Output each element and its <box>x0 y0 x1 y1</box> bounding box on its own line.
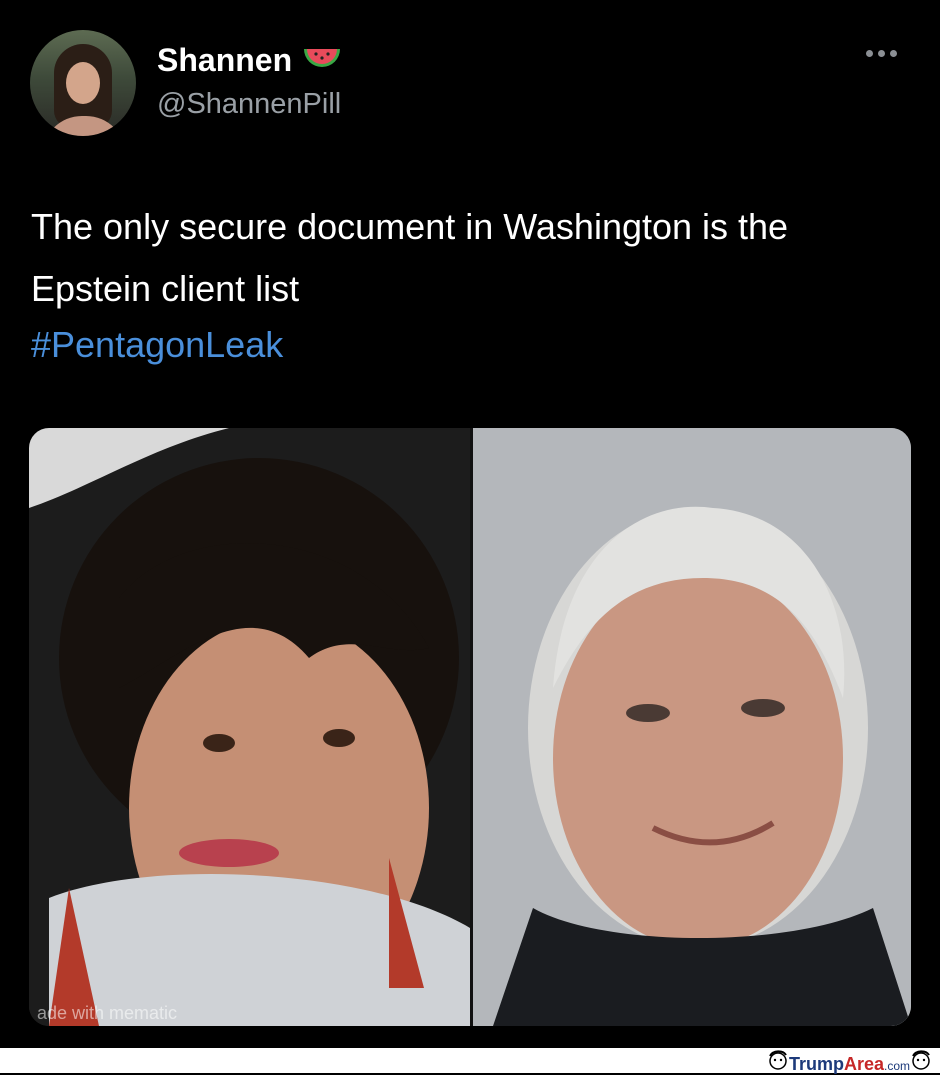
tweet-text: The only secure document in Washington i… <box>31 206 789 309</box>
avatar-face <box>66 62 100 104</box>
display-name[interactable]: Shannen <box>157 42 292 79</box>
footer-bar: Trump Area .com <box>0 1048 940 1075</box>
more-dot <box>878 50 885 57</box>
user-handle[interactable]: @ShannenPill <box>157 88 341 121</box>
cartoon-face-icon <box>767 1050 789 1075</box>
hashtag-link[interactable]: #PentagonLeak <box>31 314 283 376</box>
cartoon-face-icon <box>910 1050 932 1075</box>
logo-dotcom: .com <box>883 1059 910 1073</box>
media-photo-left: ade with mematic <box>29 428 470 1026</box>
watermelon-icon <box>302 43 342 78</box>
more-options-icon[interactable] <box>866 50 897 57</box>
avatar[interactable] <box>30 30 136 136</box>
avatar-shoulder <box>42 116 126 136</box>
media-photo-right <box>473 428 911 1026</box>
logo-area: Area <box>843 1054 884 1074</box>
watermark: ade with mematic <box>37 1003 178 1023</box>
more-dot <box>890 50 897 57</box>
site-logo[interactable]: Trump Area .com <box>767 1050 932 1075</box>
more-dot <box>866 50 873 57</box>
tweet-card: Shannen @ShannenPill The only secure doc… <box>0 0 940 1048</box>
logo-trump: Trump <box>788 1054 844 1074</box>
name-row: Shannen <box>157 42 342 79</box>
tweet-media[interactable]: ade with mematic <box>29 428 911 1026</box>
